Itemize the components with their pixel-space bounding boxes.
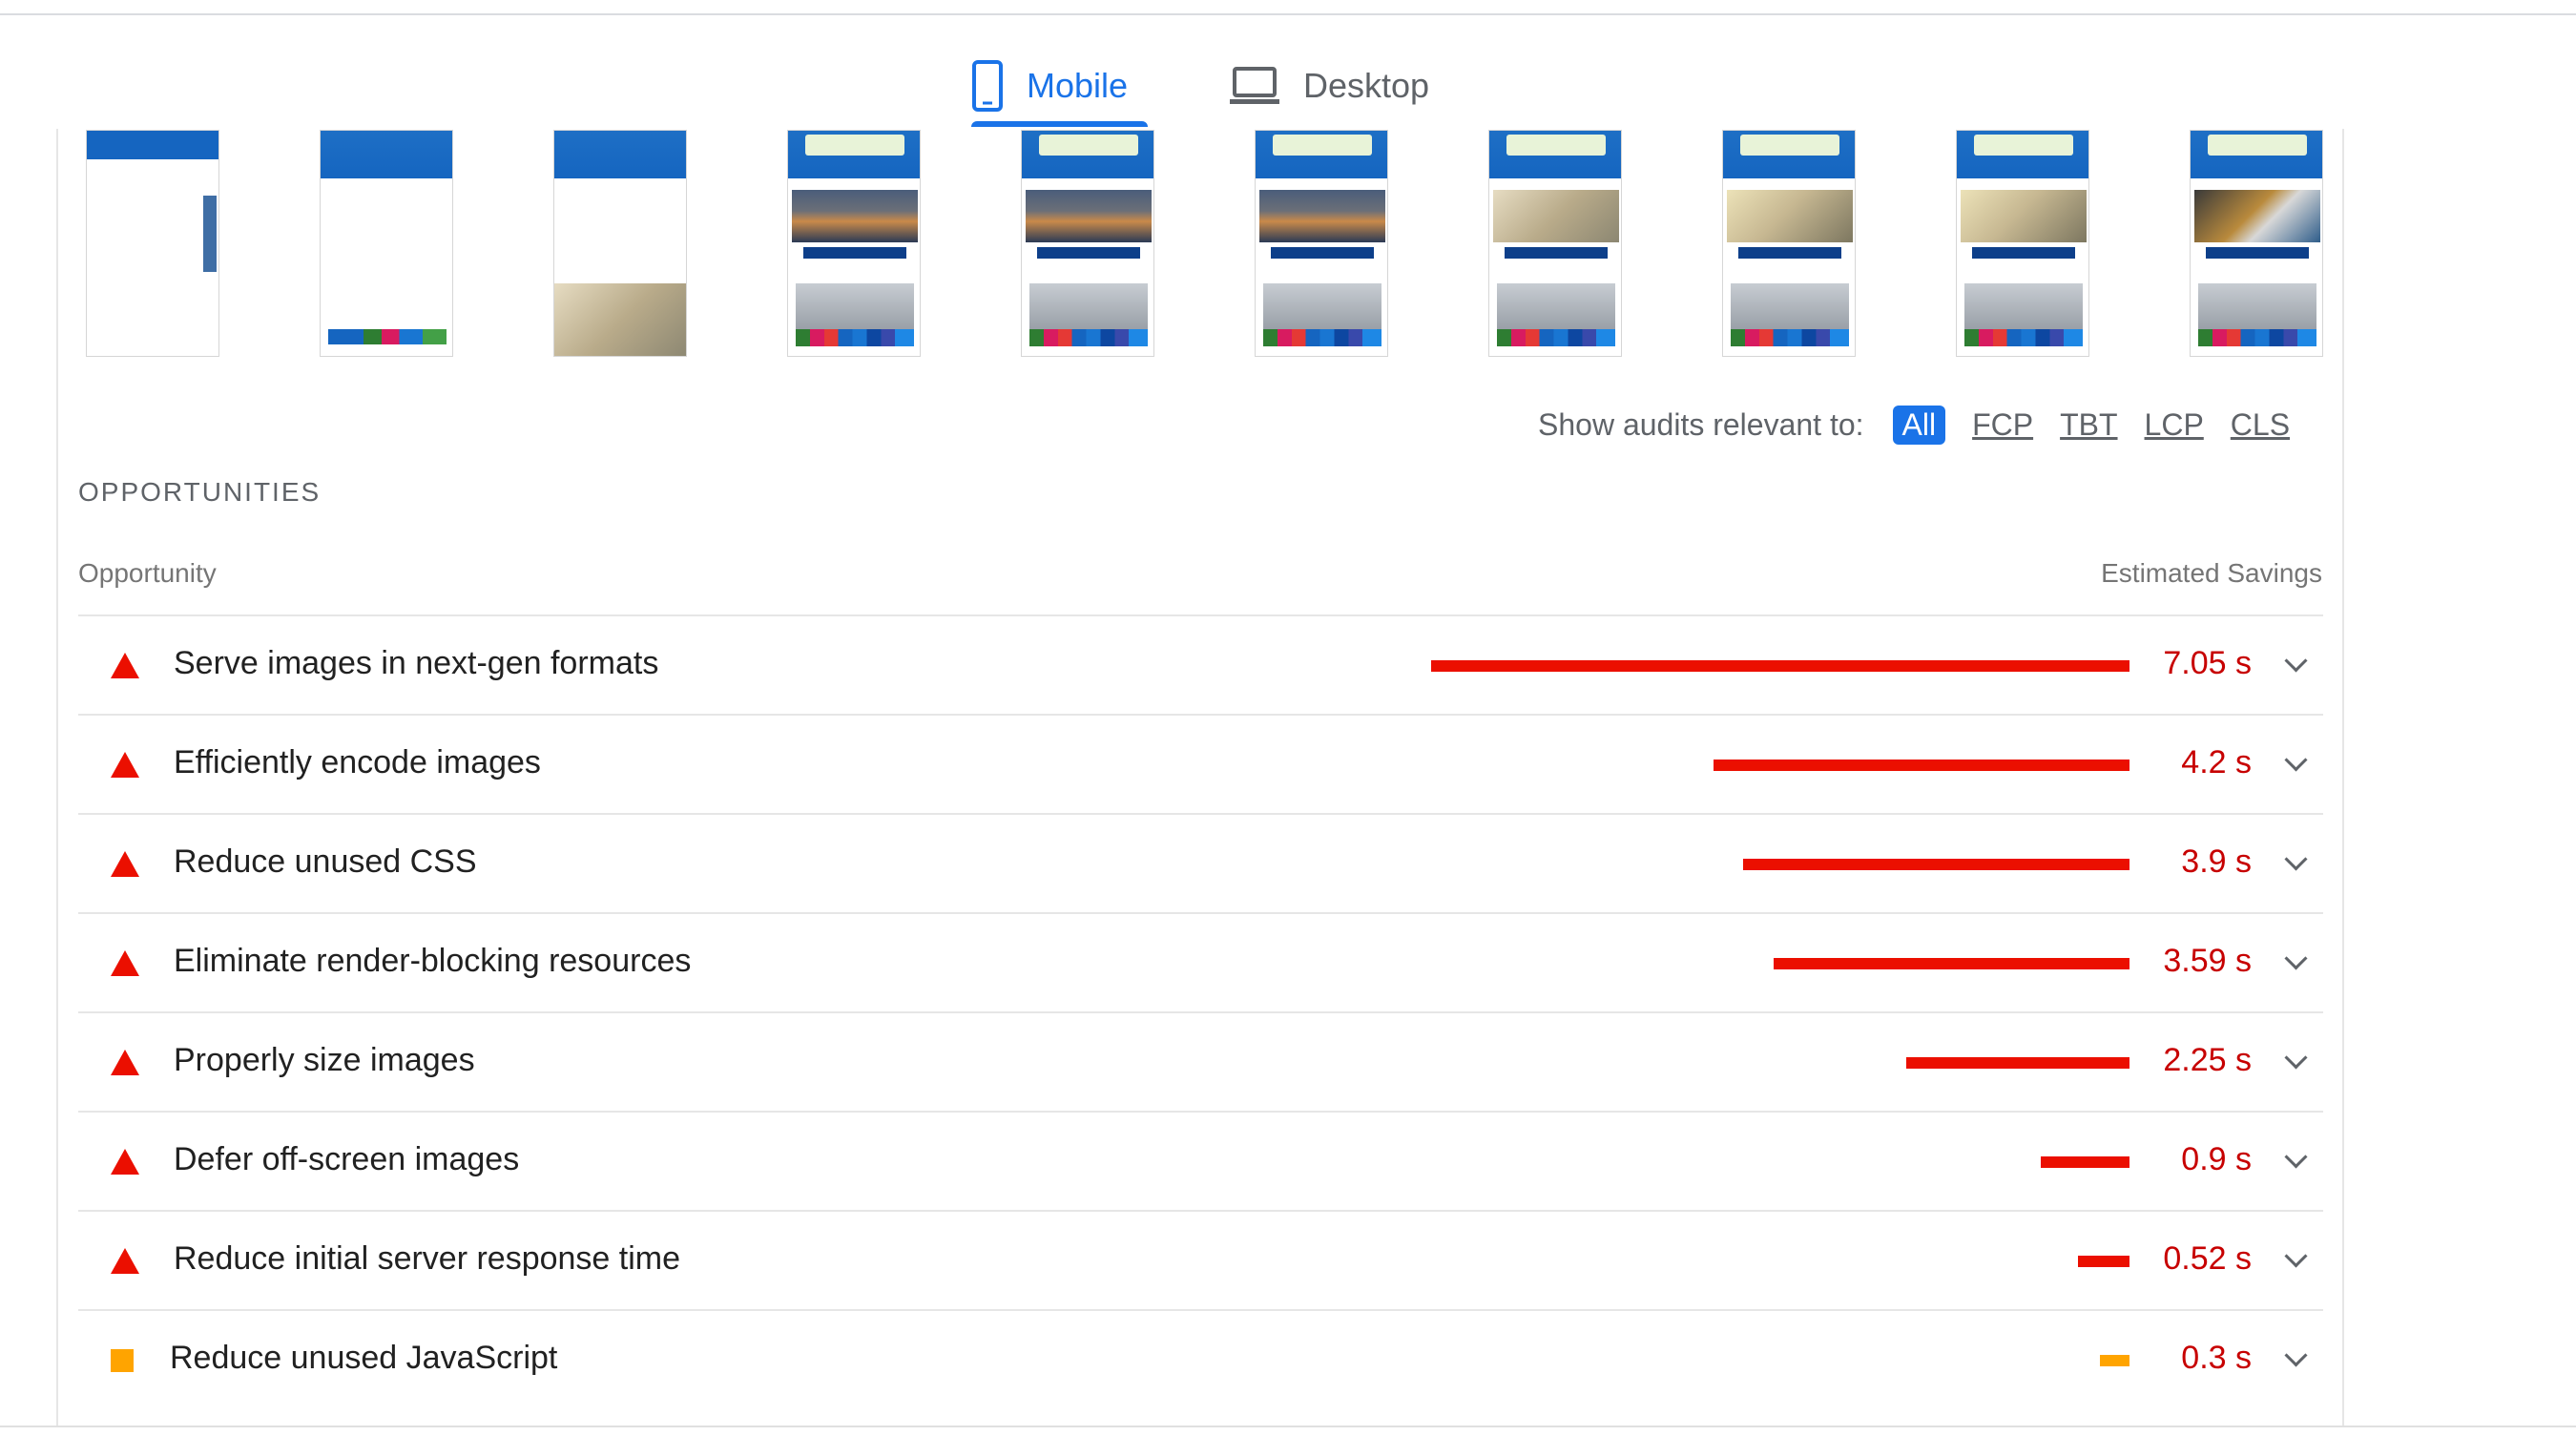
filter-chip-tbt[interactable]: TBT: [2060, 407, 2117, 443]
savings-value: 0.9 s: [2181, 1141, 2252, 1177]
savings-value: 0.52 s: [2163, 1240, 2252, 1277]
opportunity-title: Reduce unused CSS: [174, 843, 477, 880]
chevron-down-icon[interactable]: [2284, 1145, 2308, 1169]
savings-value: 4.2 s: [2181, 744, 2252, 780]
savings-value: 0.3 s: [2181, 1340, 2252, 1376]
chevron-down-icon[interactable]: [2284, 947, 2308, 970]
top-divider: [0, 13, 2576, 15]
opportunity-title: Eliminate render-blocking resources: [174, 943, 692, 979]
savings-bar: [1714, 760, 2129, 771]
filmstrip: [86, 130, 2328, 359]
opportunity-title: Properly size images: [174, 1042, 475, 1078]
audit-filter: Show audits relevant to: All FCP TBT LCP…: [1538, 401, 2290, 448]
fail-triangle-icon: [111, 1248, 139, 1274]
opportunity-row[interactable]: Efficiently encode images 4.2 s: [78, 714, 2323, 813]
fail-triangle-icon: [111, 851, 139, 877]
opportunity-title: Reduce unused JavaScript: [170, 1340, 558, 1376]
filmstrip-frame: [1956, 130, 2089, 357]
column-header-savings: Estimated Savings: [2101, 558, 2322, 588]
laptop-icon: [1230, 67, 1279, 104]
savings-value: 2.25 s: [2163, 1042, 2252, 1078]
filmstrip-frame: [1722, 130, 1856, 357]
opportunity-title: Efficiently encode images: [174, 744, 541, 780]
opportunity-list: Serve images in next-gen formats 7.05 s …: [78, 614, 2323, 1408]
filter-chip-cls[interactable]: CLS: [2231, 407, 2290, 443]
opportunity-row[interactable]: Reduce initial server response time 0.52…: [78, 1210, 2323, 1309]
average-square-icon: [111, 1349, 134, 1372]
chevron-down-icon[interactable]: [2284, 649, 2308, 673]
opportunity-row[interactable]: Reduce unused CSS 3.9 s: [78, 813, 2323, 912]
chevron-down-icon[interactable]: [2284, 1343, 2308, 1367]
filmstrip-frame: [320, 130, 453, 357]
filmstrip-frame: [1255, 130, 1388, 357]
chevron-down-icon[interactable]: [2284, 847, 2308, 871]
filmstrip-frame: [1488, 130, 1622, 357]
filmstrip-frame: [86, 130, 219, 357]
savings-value: 3.59 s: [2163, 943, 2252, 979]
opportunity-title: Defer off-screen images: [174, 1141, 520, 1177]
column-header-opportunity: Opportunity: [78, 558, 217, 588]
chevron-down-icon[interactable]: [2284, 1046, 2308, 1070]
fail-triangle-icon: [111, 653, 139, 678]
savings-bar: [2100, 1355, 2129, 1366]
fail-triangle-icon: [111, 752, 139, 778]
opportunity-row[interactable]: Eliminate render-blocking resources 3.59…: [78, 912, 2323, 1011]
audit-filter-label: Show audits relevant to:: [1538, 406, 1864, 442]
fail-triangle-icon: [111, 1050, 139, 1075]
fail-triangle-icon: [111, 1149, 139, 1175]
section-title: OPPORTUNITIES: [78, 477, 322, 507]
savings-bar: [1774, 958, 2129, 969]
opportunity-row[interactable]: Defer off-screen images 0.9 s: [78, 1111, 2323, 1210]
opportunity-row[interactable]: Serve images in next-gen formats 7.05 s: [78, 614, 2323, 714]
chevron-down-icon[interactable]: [2284, 1244, 2308, 1268]
opportunity-row[interactable]: Reduce unused JavaScript 0.3 s: [78, 1309, 2323, 1408]
savings-bar: [1906, 1057, 2129, 1069]
chevron-down-icon[interactable]: [2284, 748, 2308, 772]
filmstrip-frame: [787, 130, 921, 357]
filmstrip-frame: [1021, 130, 1154, 357]
opportunity-title: Reduce initial server response time: [174, 1240, 681, 1277]
savings-bar: [2078, 1256, 2129, 1267]
bottom-divider: [0, 1426, 2576, 1427]
report-frame-right: [2342, 129, 2344, 1426]
filter-chip-lcp[interactable]: LCP: [2145, 407, 2204, 443]
filter-chip-all[interactable]: All: [1892, 405, 1946, 445]
savings-bar: [1431, 660, 2129, 672]
opportunity-row[interactable]: Properly size images 2.25 s: [78, 1011, 2323, 1111]
tab-desktop[interactable]: Desktop: [1229, 38, 1429, 134]
tab-desktop-label: Desktop: [1303, 66, 1430, 105]
filmstrip-frame: [553, 130, 687, 357]
mobile-phone-icon: [972, 60, 1003, 112]
savings-value: 7.05 s: [2163, 645, 2252, 681]
savings-bar: [1743, 859, 2129, 870]
savings-value: 3.9 s: [2181, 843, 2252, 880]
filter-chip-fcp[interactable]: FCP: [1972, 407, 2033, 443]
tab-mobile-label: Mobile: [1027, 66, 1129, 105]
filmstrip-frame: [2190, 130, 2323, 357]
tab-mobile[interactable]: Mobile: [971, 38, 1128, 134]
fail-triangle-icon: [111, 950, 139, 976]
savings-bar: [2041, 1156, 2129, 1168]
report-frame-left: [56, 129, 58, 1426]
active-tab-indicator: [971, 121, 1148, 127]
opportunity-title: Serve images in next-gen formats: [174, 645, 659, 681]
